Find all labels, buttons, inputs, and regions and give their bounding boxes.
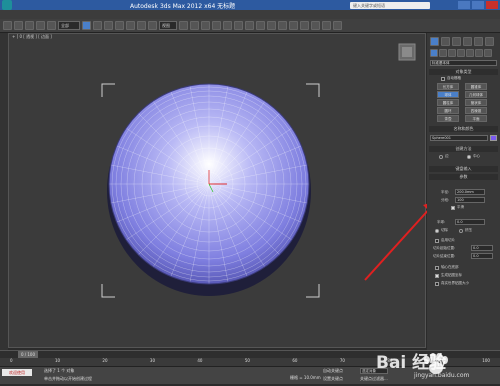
tick-label: 20 — [102, 358, 108, 363]
tick-label: 50 — [244, 358, 250, 363]
center-radio[interactable] — [467, 155, 471, 159]
gen-mapping-checkbox[interactable] — [435, 274, 439, 278]
lights-icon[interactable] — [448, 49, 456, 57]
selection-status: 选择了 1 个 对象 — [44, 368, 75, 373]
torus-button[interactable]: 圆环 — [437, 107, 459, 114]
autogrid-label: 自动栅格 — [447, 76, 461, 80]
slice-on-checkbox[interactable] — [435, 239, 439, 243]
box-button[interactable]: 长方体 — [437, 83, 459, 90]
set-key-label[interactable]: 设置关键点 — [323, 376, 343, 382]
segments-input[interactable]: 100 — [455, 197, 485, 203]
plane-button[interactable]: 平面 — [465, 115, 487, 122]
smooth-label: 平滑 — [457, 205, 464, 209]
edge-radio[interactable] — [439, 155, 443, 159]
autogrid-checkbox[interactable] — [441, 77, 445, 81]
hierarchy-tab-icon[interactable] — [452, 37, 461, 46]
watermark-url: jingyan.baidu.com — [414, 372, 470, 379]
parameters-header[interactable]: 参数 — [429, 174, 498, 180]
sphere-button[interactable]: 球体 — [437, 91, 459, 98]
geometry-icon[interactable] — [430, 49, 438, 57]
tick-label: 40 — [197, 358, 203, 363]
annotation-arrow — [364, 201, 436, 281]
helpers-icon[interactable] — [466, 49, 474, 57]
edge-label: 边 — [445, 154, 449, 158]
radius-input[interactable]: 200.0mm — [455, 189, 485, 195]
command-panel: 标准基本体 对象类型 自动栅格 长方体 圆锥体 球体 几何球体 圆柱体 管状体 … — [427, 33, 500, 350]
slice-from-label: 切片起始位置: — [433, 246, 456, 250]
object-color-swatch[interactable] — [490, 135, 497, 141]
chop-label: 切除 — [441, 228, 448, 232]
utilities-tab-icon[interactable] — [485, 37, 494, 46]
segments-label: 分段: — [441, 198, 450, 202]
object-name-input[interactable]: Sphere001 — [430, 135, 488, 141]
grid-readout: 栅格 = 10.0mm — [290, 375, 321, 380]
tick-label: 30 — [149, 358, 155, 363]
spacewarps-icon[interactable] — [475, 49, 483, 57]
chop-radio[interactable] — [435, 229, 439, 233]
create-category-row — [430, 49, 497, 58]
create-tab-icon[interactable] — [430, 37, 439, 46]
creation-method-header[interactable]: 创建方法 — [429, 146, 498, 152]
slice-from-input[interactable]: 0.0 — [471, 245, 493, 251]
panel-tabs — [430, 37, 497, 47]
tick-label: 0 — [10, 358, 13, 363]
display-tab-icon[interactable] — [474, 37, 483, 46]
tick-label: 70 — [339, 358, 345, 363]
real-world-checkbox[interactable] — [435, 282, 439, 286]
smooth-checkbox[interactable] — [451, 206, 455, 210]
pyramid-button[interactable]: 四棱锥 — [465, 107, 487, 114]
keyboard-entry-header[interactable]: 键盘输入 — [429, 166, 498, 172]
modify-tab-icon[interactable] — [441, 37, 450, 46]
center-label: 中心 — [473, 154, 480, 158]
slice-to-label: 切片结束位置: — [433, 254, 456, 258]
auto-key-label[interactable]: 自动关键点 — [323, 368, 343, 374]
prompt-line: 单击并拖动以开始创建过程 — [44, 376, 92, 381]
welcome-button[interactable]: 欢迎使用 — [2, 369, 32, 376]
object-type-header[interactable]: 对象类型 — [429, 69, 498, 75]
cone-button[interactable]: 圆锥体 — [465, 83, 487, 90]
slice-on-label: 启用切片 — [441, 238, 455, 242]
motion-tab-icon[interactable] — [463, 37, 472, 46]
systems-icon[interactable] — [484, 49, 492, 57]
baidu-jingyan-watermark: Bai 经验 jingyan.baidu.com — [372, 338, 500, 384]
tube-button[interactable]: 管状体 — [465, 99, 487, 106]
base-to-pivot-checkbox[interactable] — [435, 266, 439, 270]
geosphere-button[interactable]: 几何球体 — [465, 91, 487, 98]
tick-label: 60 — [292, 358, 298, 363]
time-slider-thumb[interactable]: 0 / 100 — [18, 351, 38, 358]
tick-label: 10 — [54, 358, 61, 363]
shapes-icon[interactable] — [439, 49, 447, 57]
name-color-header[interactable]: 名称和颜色 — [429, 126, 498, 132]
cameras-icon[interactable] — [457, 49, 465, 57]
slice-to-input[interactable]: 0.0 — [471, 253, 493, 259]
gen-mapping-label: 生成贴图坐标 — [441, 273, 462, 277]
category-dropdown[interactable]: 标准基本体 — [430, 60, 497, 66]
squash-radio[interactable] — [459, 229, 463, 233]
teapot-button[interactable]: 茶壶 — [437, 115, 459, 122]
hemisphere-label: 半球: — [437, 220, 446, 224]
base-to-pivot-label: 轴心在底部 — [441, 265, 459, 269]
watermark-brand: Bai 经验 — [376, 353, 447, 373]
radius-label: 半径: — [441, 190, 450, 194]
squash-label: 挤压 — [465, 228, 472, 232]
real-world-label: 真实世界贴图大小 — [441, 281, 469, 285]
hemisphere-input[interactable]: 0.0 — [455, 219, 485, 225]
cylinder-button[interactable]: 圆柱体 — [437, 99, 459, 106]
